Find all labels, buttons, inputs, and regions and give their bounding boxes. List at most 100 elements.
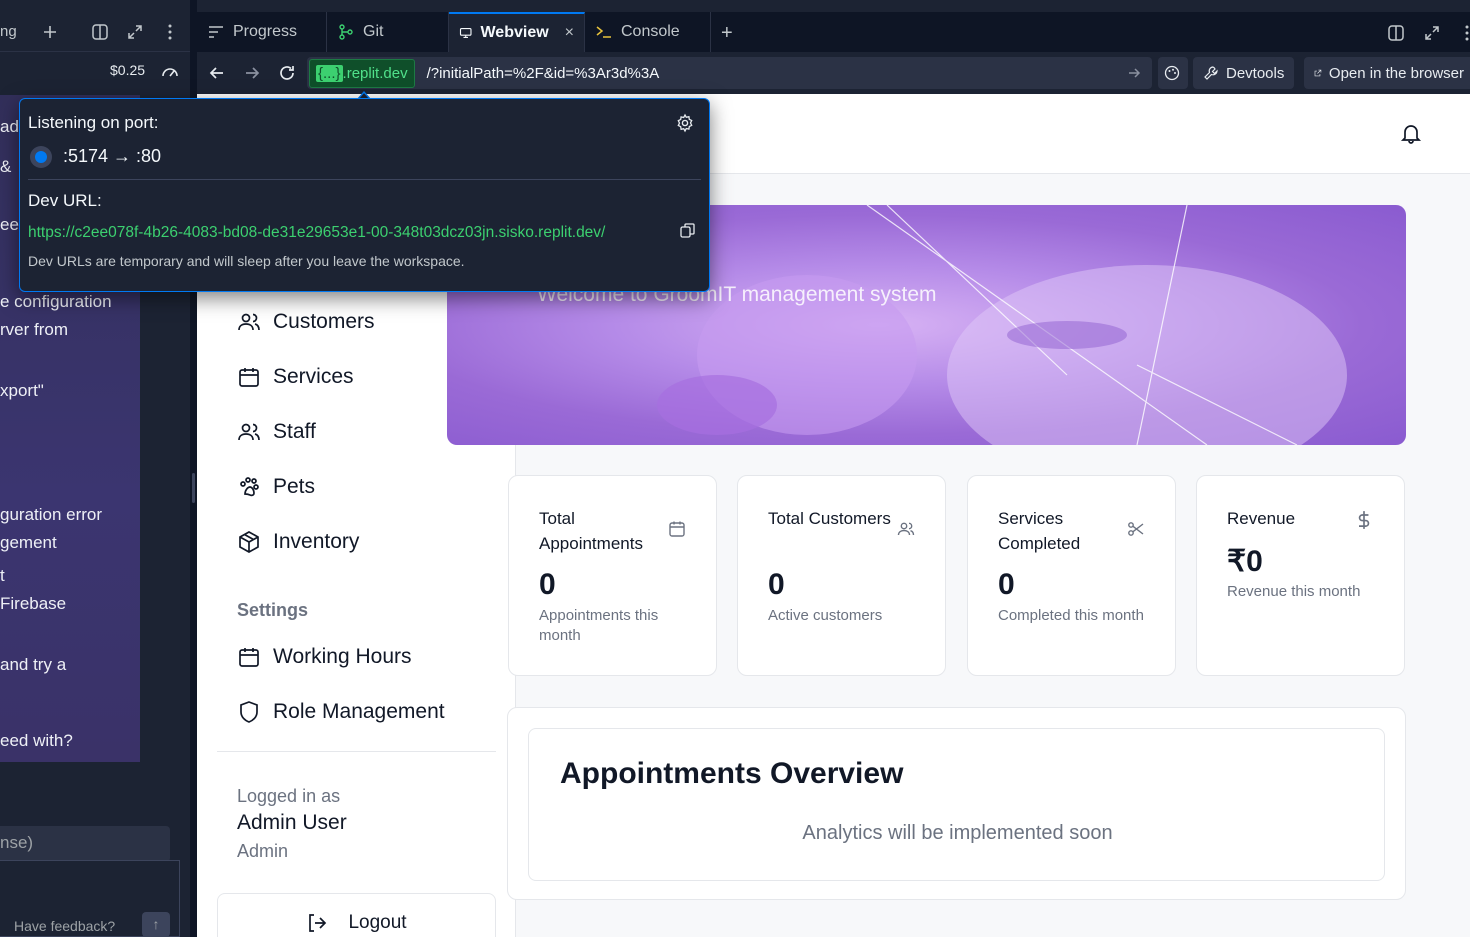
port-info-popover: Listening on port: :5174 → :80 Dev URL: … <box>19 98 710 292</box>
tab-label: Git <box>363 23 384 40</box>
tab-git[interactable]: Git <box>327 12 449 52</box>
overview-title: Appointments Overview <box>560 757 904 790</box>
tab-label: Webview <box>480 24 549 41</box>
nav-inventory[interactable]: Inventory <box>237 530 359 554</box>
shield-icon <box>240 701 258 723</box>
dev-url-link[interactable]: https://c2ee078f-4b26-4083-bd08-de31e296… <box>28 224 605 242</box>
stat-subtitle: Completed this month <box>998 607 1144 624</box>
split-pane-icon[interactable] <box>90 22 110 42</box>
expand-icon[interactable] <box>1422 23 1442 43</box>
gear-icon[interactable] <box>675 113 695 133</box>
tab-label: Console <box>621 23 680 40</box>
open-browser-label: Open in the browser <box>1328 64 1464 82</box>
port-radio[interactable] <box>30 146 52 168</box>
copy-icon[interactable] <box>680 223 695 238</box>
chat-text: e configuration <box>0 292 112 311</box>
sidebar-divider <box>217 751 496 752</box>
nav-role-management[interactable]: Role Management <box>237 700 445 724</box>
stat-value: 0 <box>998 568 1015 601</box>
tab-progress[interactable]: Progress <box>197 12 327 52</box>
dev-url-note: Dev URLs are temporary and will sleep af… <box>28 253 465 269</box>
send-button[interactable]: ↑ <box>142 912 170 937</box>
chat-text: xport" <box>0 381 44 400</box>
overview-empty-text: Analytics will be implemented soon <box>802 822 1113 844</box>
chat-text: guration error <box>0 505 103 524</box>
stat-title: Total Customers <box>768 509 891 528</box>
chat-text: t <box>0 566 5 585</box>
go-arrow-icon[interactable] <box>1126 65 1142 81</box>
appointments-overview-section: Appointments Overview Analytics will be … <box>507 707 1406 900</box>
theme-button[interactable] <box>1158 57 1188 89</box>
devtools-button[interactable]: Devtools <box>1193 57 1295 89</box>
calendar-icon <box>669 521 685 537</box>
forward-arrow-icon[interactable] <box>242 63 262 83</box>
progress-icon <box>209 26 223 38</box>
stat-subtitle: Active customers <box>768 607 883 624</box>
tab-webview[interactable]: Webview × <box>449 12 585 52</box>
back-arrow-icon[interactable] <box>207 63 227 83</box>
settings-section-label: Settings <box>237 600 309 620</box>
stat-value: 0 <box>539 568 556 601</box>
nav-services[interactable]: Services <box>237 365 354 389</box>
host-domain: .replit.dev <box>342 64 408 82</box>
stat-card-customers: Total Customers 0 Active customers <box>737 475 946 676</box>
nav-staff[interactable]: Staff <box>237 420 316 444</box>
users-icon <box>238 313 260 331</box>
logout-icon <box>309 914 327 932</box>
nav-pets[interactable]: Pets <box>237 475 315 499</box>
more-vertical-icon[interactable] <box>160 22 180 42</box>
stat-title: Revenue <box>1227 509 1296 528</box>
usage-cost: $0.25 <box>110 62 146 78</box>
split-pane-icon[interactable] <box>1386 23 1406 43</box>
external-link-icon <box>1314 69 1322 77</box>
git-icon <box>339 24 353 40</box>
terminal-icon <box>596 26 611 38</box>
chat-text: eed with? <box>0 731 73 750</box>
package-icon <box>239 531 259 553</box>
new-tab-button[interactable]: + <box>721 22 733 45</box>
nav-label: Staff <box>273 420 316 443</box>
more-vertical-icon[interactable] <box>1457 23 1470 43</box>
feedback-link[interactable]: Have feedback? <box>14 918 115 934</box>
users-icon <box>238 423 260 441</box>
scissors-icon <box>1128 522 1144 536</box>
wrench-icon <box>1204 66 1218 80</box>
left-tabbar: ng <box>0 0 190 52</box>
nav-working-hours[interactable]: Working Hours <box>237 645 412 669</box>
dollar-icon <box>1358 511 1370 529</box>
stat-card-services: Services Completed 0 Completed this mont… <box>967 475 1176 676</box>
calendar-icon <box>239 648 259 667</box>
stat-subtitle: Appointments this month <box>539 607 659 644</box>
left-tab-label[interactable]: ng <box>0 23 17 40</box>
chat-text: and try a <box>0 655 67 674</box>
expand-icon[interactable] <box>125 22 145 42</box>
stat-card-appointments: Total Appointments 0 Appointments this m… <box>508 475 717 676</box>
splitter-handle[interactable] <box>192 473 195 503</box>
chat-text: gement <box>0 533 57 552</box>
tab-label: Progress <box>233 23 298 40</box>
dev-url-label: Dev URL: <box>28 191 102 210</box>
nav-label: Pets <box>273 475 316 498</box>
url-path: /?initialPath=%2F&id=%3Ar3d%3A <box>426 64 660 82</box>
open-in-browser-button[interactable]: Open in the browser <box>1304 57 1470 89</box>
close-tab-icon[interactable]: × <box>565 24 574 42</box>
chat-input-hint[interactable]: nse) <box>0 826 170 862</box>
refresh-icon[interactable] <box>277 63 297 83</box>
plus-icon[interactable] <box>40 22 60 42</box>
user-role: Admin <box>237 841 289 861</box>
monitor-icon <box>459 27 472 39</box>
dev-url-host-button[interactable]: {...} .replit.dev <box>309 58 415 88</box>
chat-text: Firebase <box>0 594 67 613</box>
nav-customers[interactable]: Customers <box>237 310 375 334</box>
chat-text: ad <box>0 117 19 136</box>
palette-icon <box>1164 65 1180 81</box>
stat-card-revenue: Revenue ₹0 Revenue this month <box>1196 475 1405 676</box>
chat-text: & <box>0 157 12 176</box>
gauge-icon[interactable] <box>160 62 180 80</box>
logout-button[interactable]: Logout <box>217 893 496 937</box>
stat-value: ₹0 <box>1227 545 1263 578</box>
tab-console[interactable]: Console <box>585 12 711 52</box>
bell-icon[interactable] <box>1400 122 1422 144</box>
stat-subtitle: Revenue this month <box>1227 583 1361 600</box>
url-input[interactable]: {...} .replit.dev /?initialPath=%2F&id=%3… <box>307 57 1152 89</box>
